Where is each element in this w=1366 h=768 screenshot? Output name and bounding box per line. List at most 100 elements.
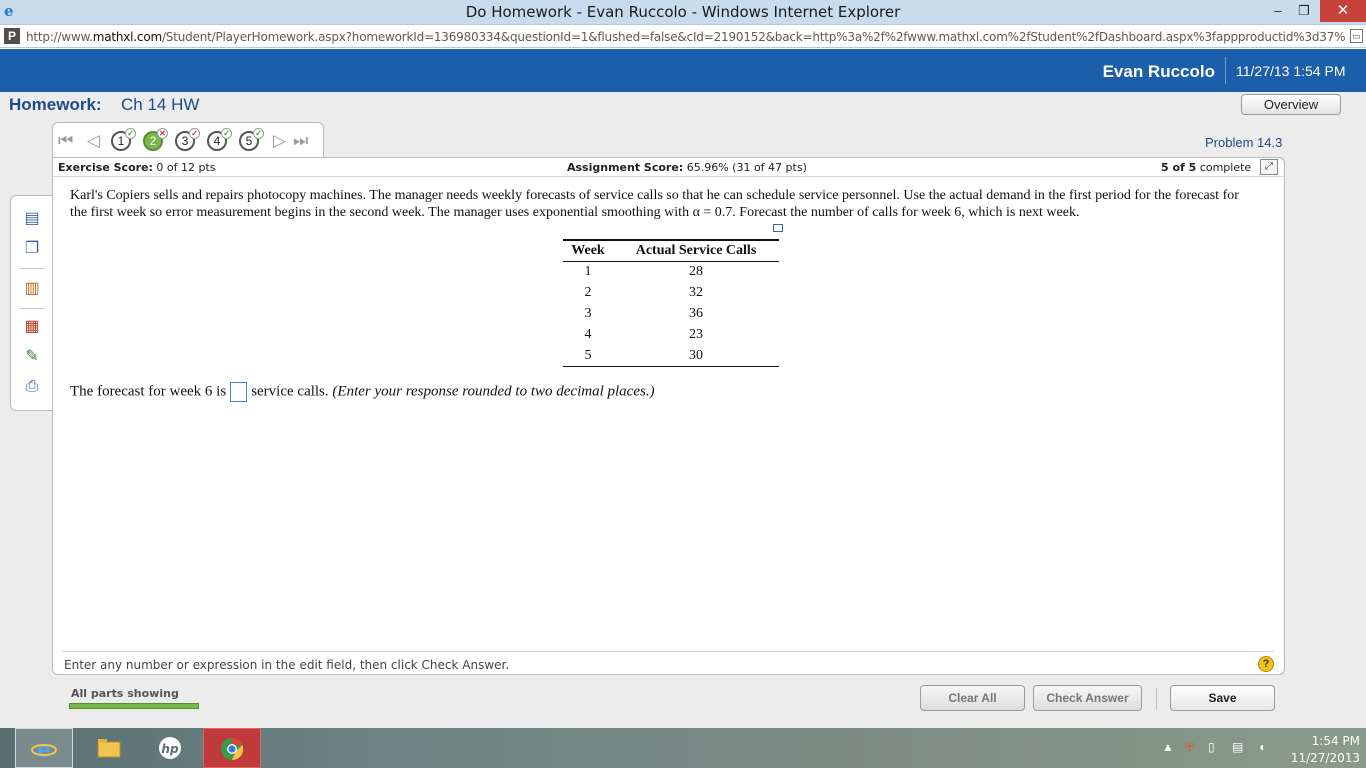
score-bar: Exercise Score: 0 of 12 pts Assignment S…: [53, 158, 1284, 177]
question-5-button[interactable]: 5 ✓: [239, 128, 264, 151]
answer-suffix: service calls.: [251, 383, 329, 400]
maximize-button[interactable]: ❐: [1292, 0, 1316, 22]
svg-text:e: e: [37, 737, 51, 761]
window-title: Do Homework - Evan Ruccolo - Windows Int…: [465, 3, 901, 21]
taskbar-file-explorer[interactable]: [80, 728, 138, 768]
minimize-button[interactable]: –: [1266, 0, 1290, 22]
folder-icon: [97, 739, 121, 758]
previous-question-icon[interactable]: ◁: [87, 131, 100, 151]
address-bar[interactable]: P http://www.mathxl.com/Student/PlayerHo…: [0, 24, 1366, 48]
clock-date: 11/27/2013: [1290, 751, 1360, 765]
week-cell: 5: [563, 345, 613, 367]
tool-divider: [19, 308, 45, 309]
help-text: Enter any number or expression in the ed…: [64, 658, 510, 672]
answer-line: The forecast for week 6 is service calls.…: [70, 382, 655, 402]
assignment-score-value: 65.96% (31 of 47 pts): [686, 161, 807, 174]
parts-progress-bar: [69, 703, 199, 709]
week-cell: 4: [584, 327, 592, 342]
table-row: 5 30: [563, 345, 779, 367]
exercise-score-label: Exercise Score:: [58, 161, 153, 174]
table-row: 1 28: [563, 262, 779, 283]
assignment-score-label: Assignment Score:: [567, 161, 684, 174]
textbook-icon[interactable]: ❐: [21, 238, 43, 260]
question-3-button[interactable]: 3 ✓: [175, 128, 200, 151]
calls-cell: 36: [689, 306, 703, 321]
question-navigator: ⏮ ◁ 1 ✓ 2 ✕ 3 ✓ 4 ✓ 5 ✓ ▷ ⏭: [52, 122, 324, 158]
header-datetime: 11/27/13 1:54 PM: [1236, 63, 1346, 79]
app-header: Evan Ruccolo 11/27/13 1:54 PM: [0, 49, 1366, 92]
question-number: 3: [181, 134, 189, 148]
question-panel: Exercise Score: 0 of 12 pts Assignment S…: [52, 157, 1285, 675]
table-row: 4 23: [563, 325, 779, 346]
tool-divider: [19, 268, 45, 269]
compatibility-view-icon[interactable]: ▭: [1350, 29, 1363, 43]
parts-showing-label: All parts showing: [71, 687, 179, 700]
hp-logo-icon: hp: [159, 737, 181, 759]
calls-cell: 23: [689, 327, 703, 342]
url-prefix: http://www.: [26, 30, 93, 44]
forecast-answer-input[interactable]: [230, 382, 248, 402]
security-alert-icon[interactable]: ⛨: [1185, 740, 1194, 755]
complete-count: 5 of 5: [1161, 161, 1197, 174]
assignment-score: Assignment Score: 65.96% (31 of 47 pts): [567, 161, 807, 174]
correct-check-icon: ✓: [253, 128, 264, 139]
exercise-score: Exercise Score: 0 of 12 pts: [58, 161, 216, 174]
ebook-icon[interactable]: ▥: [21, 278, 43, 300]
save-button[interactable]: Save: [1170, 685, 1275, 711]
device-icon[interactable]: ▯: [1208, 740, 1215, 754]
internet-explorer-icon: e: [31, 737, 57, 761]
correct-check-icon: ✓: [221, 128, 232, 139]
complete-label: complete: [1199, 161, 1252, 174]
question-help-icon[interactable]: ▤: [21, 208, 43, 230]
partial-credit-icon: ✓: [189, 128, 200, 139]
close-button[interactable]: ✕: [1320, 0, 1366, 22]
taskbar-chrome[interactable]: [203, 728, 261, 768]
correct-check-icon: ✓: [125, 128, 136, 139]
check-answer-button[interactable]: Check Answer: [1033, 685, 1142, 711]
answer-hint: (Enter your response rounded to two deci…: [332, 383, 655, 400]
table-header-week: Week: [563, 239, 613, 262]
url-host: mathxl.com: [92, 30, 162, 44]
overview-button[interactable]: Overview: [1241, 94, 1341, 115]
homework-bar: Homework: Ch 14 HW Overview: [0, 92, 1366, 117]
table-header-calls: Actual Service Calls: [613, 239, 779, 262]
help-divider: [62, 651, 1275, 652]
service-calls-table: Week Actual Service Calls 1 28 2 32 3 36 4 2…: [563, 239, 779, 367]
table-popout-icon[interactable]: [773, 224, 783, 232]
site-favicon-icon: P: [4, 28, 20, 44]
url-field[interactable]: http://www.mathxl.com/Student/PlayerHome…: [26, 30, 1346, 44]
question-number: 4: [213, 134, 221, 148]
print-icon[interactable]: ⎙: [21, 376, 43, 398]
volume-icon[interactable]: ◖: [1258, 740, 1265, 754]
next-question-icon[interactable]: ▷: [273, 131, 286, 151]
question-1-button[interactable]: 1 ✓: [111, 128, 136, 151]
problem-number: Problem 14.3: [1205, 135, 1283, 150]
svg-text:hp: hp: [161, 742, 179, 756]
week-cell: 3: [584, 306, 592, 321]
calls-cell: 32: [689, 285, 703, 300]
week-cell: 2: [584, 285, 592, 300]
table-row: 3 36: [563, 304, 779, 325]
last-question-icon[interactable]: ⏭: [293, 131, 308, 151]
clear-all-button[interactable]: Clear All: [920, 685, 1025, 711]
first-question-icon[interactable]: ⏮: [58, 131, 73, 151]
help-icon[interactable]: ?: [1258, 656, 1274, 672]
exercise-score-value: 0 of 12 pts: [156, 161, 216, 174]
week-cell: 1: [584, 264, 592, 280]
network-icon[interactable]: ▤: [1232, 740, 1243, 754]
incorrect-x-icon: ✕: [157, 128, 168, 139]
ask-instructor-icon[interactable]: ✎: [21, 346, 43, 368]
taskbar-internet-explorer[interactable]: e: [15, 728, 73, 768]
expand-icon[interactable]: ⤢: [1260, 159, 1278, 175]
taskbar-clock[interactable]: 1:54 PM 11/27/2013: [1278, 733, 1360, 767]
question-number: 5: [245, 134, 253, 148]
show-hidden-icons-icon[interactable]: ▲: [1162, 740, 1174, 754]
question-2-button[interactable]: 2 ✕: [143, 128, 168, 151]
question-number: 2: [149, 134, 157, 148]
question-4-button[interactable]: 4 ✓: [207, 128, 232, 151]
calculator-icon[interactable]: ▦: [21, 316, 43, 338]
homework-label: Homework:: [9, 95, 102, 114]
homework-name: Ch 14 HW: [121, 95, 200, 114]
taskbar-hp-app[interactable]: hp: [141, 728, 199, 768]
calls-cell: 28: [689, 264, 703, 280]
